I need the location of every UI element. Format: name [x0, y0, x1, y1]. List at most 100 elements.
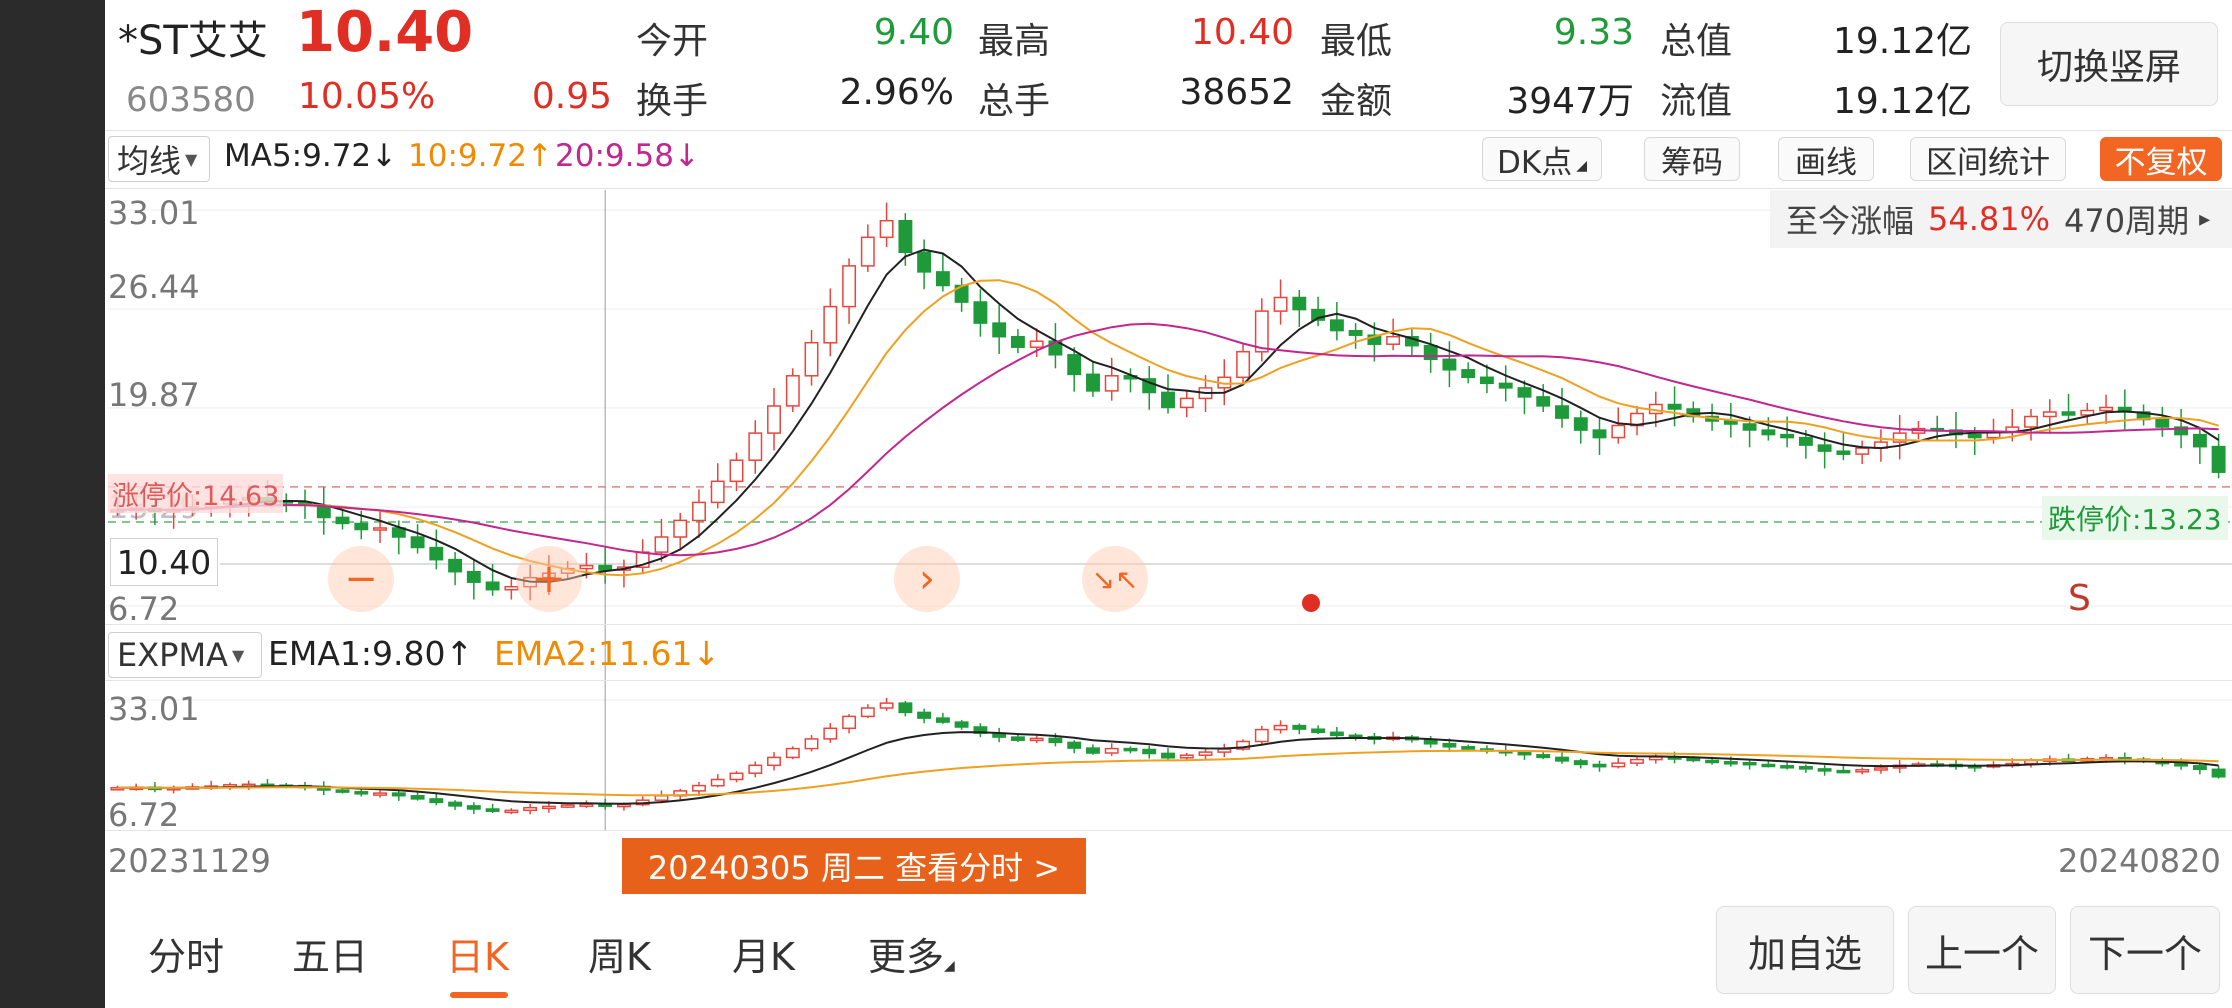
sub-candle — [579, 803, 594, 807]
sub-candle — [1742, 761, 1757, 766]
sub-candle — [1086, 747, 1100, 754]
main-candle — [1742, 423, 1757, 431]
main-candle — [2192, 433, 2207, 448]
main-candle — [804, 341, 819, 377]
sub-candle — [373, 792, 387, 796]
sub-candle — [767, 756, 781, 767]
main-candle — [1161, 391, 1175, 409]
main-candle — [1817, 444, 1832, 452]
sub-candle — [1067, 741, 1082, 749]
sub-candle — [1611, 762, 1626, 768]
tab-more[interactable]: 更多◢ — [868, 926, 955, 981]
sub-candle — [898, 702, 913, 714]
sub-candle — [1142, 748, 1157, 755]
y-axis-label: 26.44 — [108, 268, 200, 306]
main-candle — [1442, 358, 1457, 371]
tab-five-day[interactable]: 五日 — [292, 926, 368, 981]
sub-candle — [860, 707, 875, 718]
main-candle — [1348, 329, 1363, 336]
sub-candle — [1573, 760, 1588, 766]
sub-candle — [2192, 765, 2207, 771]
main-candle — [710, 480, 725, 504]
sub-candle — [1555, 756, 1569, 762]
sub-candle — [1836, 769, 1851, 774]
tab-intraday[interactable]: 分时 — [148, 926, 224, 981]
end-date: 20240820 — [2058, 842, 2221, 880]
tab-more-label: 更多 — [868, 935, 945, 979]
main-candle — [729, 459, 744, 483]
zoom-in-icon[interactable]: + — [516, 546, 582, 612]
gain-value: 54.81% — [1928, 200, 2051, 238]
sub-candle — [504, 809, 519, 814]
main-candle — [935, 271, 950, 287]
sub-candle — [954, 721, 969, 728]
main-candle — [2024, 415, 2038, 428]
sub-candle — [1273, 724, 1288, 731]
main-candle — [1479, 376, 1494, 385]
main-candle — [898, 219, 913, 254]
scroll-right-icon[interactable]: › — [894, 546, 960, 612]
main-candle — [842, 265, 857, 308]
collapse-icon[interactable]: ↘↖ — [1082, 546, 1148, 612]
date-tooltip[interactable]: 20240305 周二 查看分时 > — [622, 838, 1086, 894]
main-candle — [767, 405, 781, 434]
main-candle — [1254, 310, 1269, 353]
sub-candle — [1780, 765, 1795, 769]
y-axis-label: 33.01 — [108, 194, 200, 232]
sub-candle — [1761, 763, 1776, 768]
tab-weekly[interactable]: 周K — [588, 926, 651, 981]
tab-monthly[interactable]: 月K — [732, 926, 795, 981]
tab-daily[interactable]: 日K — [446, 926, 509, 981]
sub-candle — [410, 795, 425, 800]
indicator-select[interactable]: EXPMA ▼ — [108, 632, 262, 678]
ema2-value: EMA2:11.61↓ — [494, 634, 721, 673]
sub-candle — [1461, 746, 1476, 750]
sub-candle — [1329, 731, 1344, 737]
sub-candle — [1198, 751, 1213, 756]
sub-candle — [616, 803, 631, 808]
sub-candle — [1442, 742, 1457, 748]
limit-down-price: 跌停价:13.23 — [2042, 496, 2228, 540]
main-candle — [1273, 296, 1288, 312]
sub-candle — [1798, 765, 1813, 770]
previous-button[interactable]: 上一个 — [1908, 906, 2056, 994]
sub-candle — [879, 702, 894, 709]
divider — [105, 624, 2232, 625]
main-candle — [429, 546, 444, 561]
sub-candle — [917, 711, 932, 719]
sub-candle — [1723, 761, 1738, 765]
main-candle — [673, 519, 688, 538]
main-candle — [1498, 382, 1513, 389]
zoom-out-icon[interactable]: − — [328, 546, 394, 612]
sub-candle — [429, 798, 444, 804]
main-candle — [504, 585, 519, 591]
main-candle — [579, 564, 594, 570]
y-axis-label: 6.72 — [108, 590, 180, 628]
main-candle — [1179, 397, 1194, 409]
main-candle — [1967, 433, 1982, 439]
main-candle — [785, 375, 800, 407]
main-candle — [860, 236, 875, 267]
main-candle — [1086, 373, 1100, 392]
main-candle — [917, 251, 932, 273]
next-button[interactable]: 下一个 — [2070, 906, 2220, 994]
main-candle — [373, 527, 387, 531]
sub-candle — [2211, 768, 2226, 778]
divider — [105, 830, 2232, 831]
main-candle — [748, 432, 763, 461]
sub-candle — [1536, 754, 1551, 759]
main-candle — [1461, 369, 1476, 379]
sub-candle — [654, 795, 669, 801]
sub-candle — [1010, 736, 1025, 741]
main-candle — [410, 536, 425, 549]
add-watchlist-button[interactable]: 加自选 — [1716, 906, 1894, 994]
gain-since-box[interactable]: 至今涨幅 54.81% 470周期 ▸ — [1770, 190, 2232, 248]
active-tab-indicator — [450, 992, 508, 998]
sub-y-axis-label: 6.72 — [108, 796, 180, 834]
main-candle — [1010, 335, 1025, 348]
kline-chart[interactable] — [0, 0, 2232, 840]
limit-up-price: 涨停价:14.63 — [108, 474, 284, 513]
main-candle — [1836, 450, 1851, 455]
sub-candle — [2174, 762, 2189, 767]
main-candle — [1798, 436, 1813, 446]
